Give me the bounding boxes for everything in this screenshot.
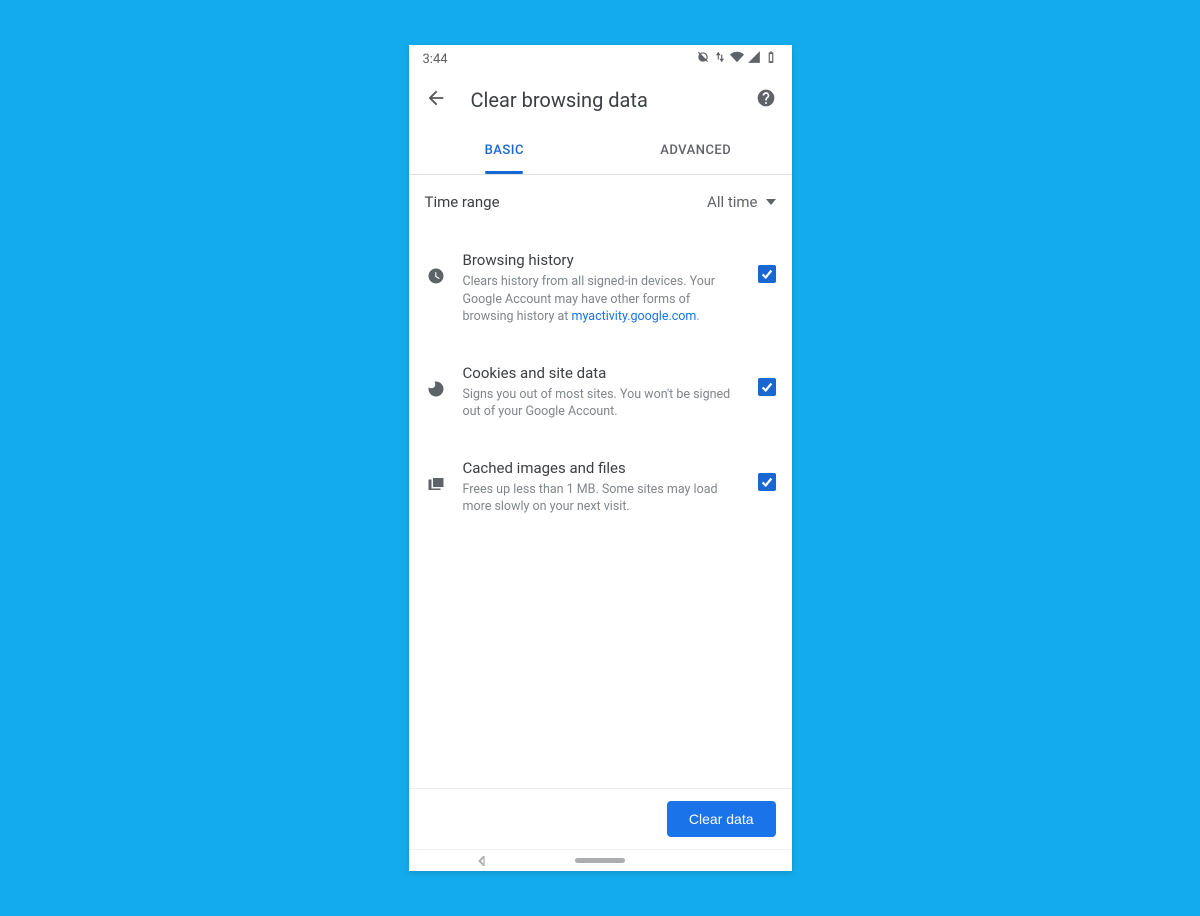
- arrow-left-icon: [425, 87, 447, 109]
- nav-back[interactable]: [477, 851, 487, 870]
- item-browsing-history[interactable]: Browsing history Clears history from all…: [409, 237, 792, 350]
- item-title: Browsing history: [463, 251, 742, 269]
- page-title: Clear browsing data: [471, 88, 732, 112]
- time-range-row[interactable]: Time range All time: [409, 175, 792, 229]
- tab-advanced-label: ADVANCED: [660, 143, 731, 158]
- myactivity-link[interactable]: myactivity.google.com: [572, 309, 697, 324]
- images-icon: [425, 459, 447, 493]
- checkbox-cache[interactable]: [758, 473, 776, 491]
- clear-data-button[interactable]: Clear data: [667, 801, 776, 837]
- chevron-left-icon: [477, 856, 487, 866]
- system-nav-bar: [409, 849, 792, 871]
- tab-basic-label: BASIC: [485, 143, 524, 158]
- back-button[interactable]: [425, 87, 447, 113]
- item-desc: Clears history from all signed-in device…: [463, 273, 742, 326]
- nav-pill[interactable]: [575, 858, 625, 863]
- cellular-icon: [747, 50, 761, 68]
- battery-icon: [764, 50, 778, 68]
- cookie-icon: [425, 364, 447, 398]
- help-button[interactable]: [756, 88, 776, 112]
- check-icon: [760, 380, 774, 394]
- tab-advanced[interactable]: ADVANCED: [600, 127, 792, 174]
- item-cache[interactable]: Cached images and files Frees up less th…: [409, 445, 792, 540]
- app-bar: Clear browsing data: [409, 73, 792, 127]
- time-range-dropdown[interactable]: All time: [707, 193, 775, 211]
- item-desc: Frees up less than 1 MB. Some sites may …: [463, 481, 742, 516]
- status-bar: 3:44: [409, 45, 792, 73]
- chevron-down-icon: [766, 197, 776, 207]
- checkbox-browsing-history[interactable]: [758, 265, 776, 283]
- time-range-label: Time range: [425, 193, 500, 211]
- status-time: 3:44: [423, 52, 448, 67]
- status-icons: [696, 50, 778, 68]
- wifi-icon: [730, 50, 744, 68]
- item-cookies[interactable]: Cookies and site data Signs you out of m…: [409, 350, 792, 445]
- data-up-down-icon: [713, 50, 727, 68]
- item-title: Cookies and site data: [463, 364, 742, 382]
- item-desc: Signs you out of most sites. You won't b…: [463, 386, 742, 421]
- phone-frame: 3:44 Clear browsing data BASIC ADVANCED …: [409, 45, 792, 871]
- tab-basic[interactable]: BASIC: [409, 127, 601, 174]
- help-icon: [756, 88, 776, 108]
- check-icon: [760, 267, 774, 281]
- clock-icon: [425, 251, 447, 285]
- item-title: Cached images and files: [463, 459, 742, 477]
- time-range-value: All time: [707, 193, 757, 211]
- tab-bar: BASIC ADVANCED: [409, 127, 792, 175]
- alarm-off-icon: [696, 50, 710, 68]
- footer: Clear data: [409, 788, 792, 849]
- checkbox-cookies[interactable]: [758, 378, 776, 396]
- data-type-list: Browsing history Clears history from all…: [409, 229, 792, 788]
- check-icon: [760, 475, 774, 489]
